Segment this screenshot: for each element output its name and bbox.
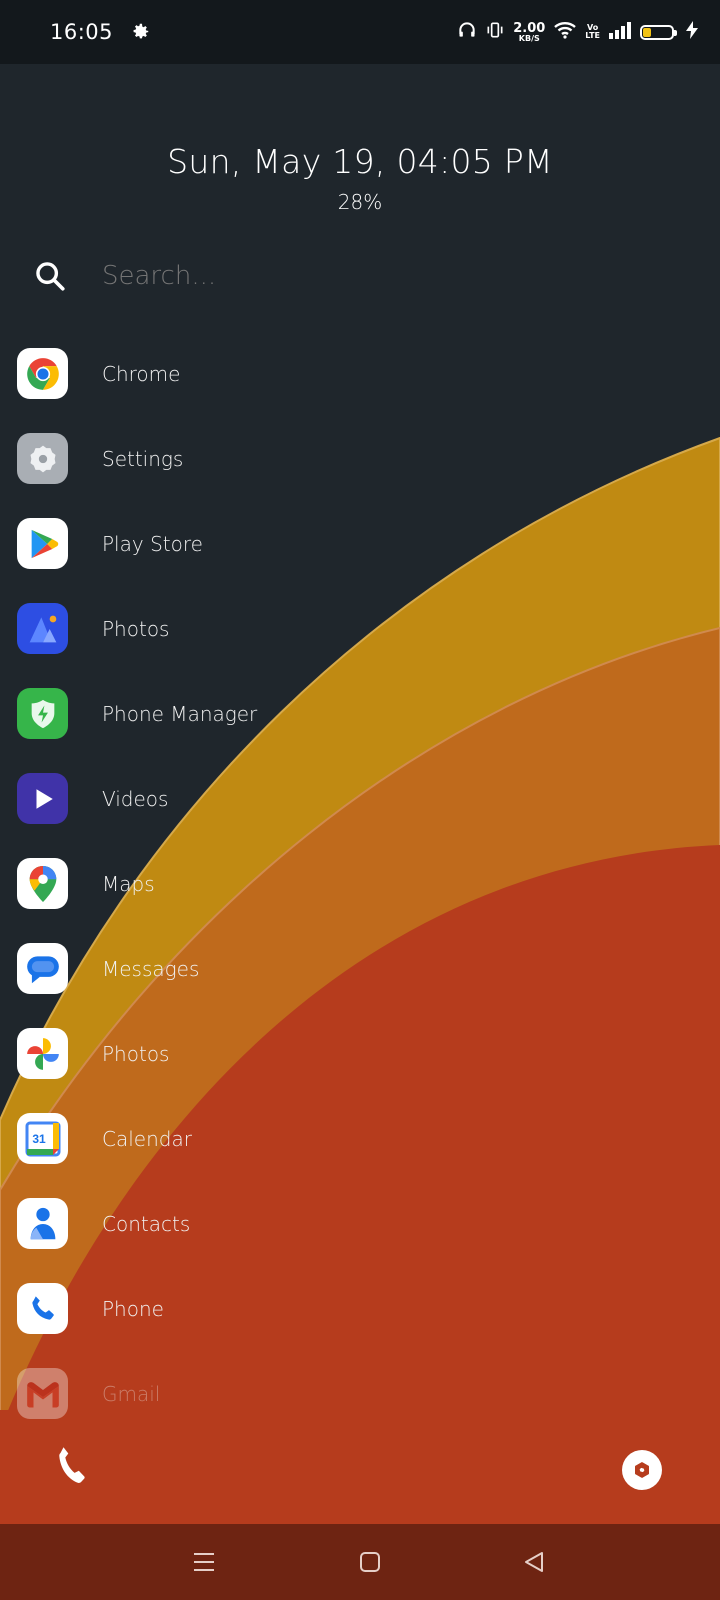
- contacts-icon: [17, 1198, 68, 1249]
- calendar-icon: 31: [17, 1113, 68, 1164]
- volte-bottom: LTE: [585, 31, 600, 40]
- phone-manager-icon: [17, 688, 68, 739]
- google-photos-icon: [17, 1028, 68, 1079]
- charging-icon: [686, 21, 698, 43]
- app-label: Settings: [102, 446, 184, 471]
- app-label: Phone: [102, 1296, 164, 1321]
- gmail-icon: [17, 1368, 68, 1419]
- app-item-photos-gallery[interactable]: Photos: [0, 586, 720, 671]
- app-label: Phone Manager: [102, 701, 258, 726]
- settings-icon: [17, 433, 68, 484]
- headphones-icon: [457, 20, 477, 44]
- app-label: Photos: [102, 616, 170, 641]
- messages-icon: [17, 943, 68, 994]
- settings-gear-icon: [129, 21, 151, 43]
- app-label: Videos: [102, 786, 169, 811]
- battery-fill: [643, 27, 651, 37]
- app-label: Calendar: [102, 1126, 192, 1151]
- signal-icon: [608, 21, 632, 43]
- home-icon[interactable]: [350, 1542, 390, 1582]
- battery-percent: 28%: [337, 190, 383, 214]
- app-label: Gmail: [102, 1381, 161, 1406]
- status-time: 16:05: [50, 20, 114, 44]
- app-item-videos[interactable]: Videos: [0, 756, 720, 841]
- menu-icon[interactable]: [184, 1542, 224, 1582]
- app-item-settings[interactable]: Settings: [0, 416, 720, 501]
- search-icon[interactable]: [30, 256, 70, 296]
- app-label: Play Store: [102, 531, 203, 556]
- app-label: Messages: [102, 956, 200, 981]
- app-item-contacts[interactable]: Contacts: [0, 1181, 720, 1266]
- search-bar[interactable]: [30, 244, 690, 308]
- maps-icon: [17, 858, 68, 909]
- phone-icon: [17, 1283, 68, 1334]
- app-item-play-store[interactable]: Play Store: [0, 501, 720, 586]
- navigation-bar: [0, 1524, 720, 1600]
- status-bar: 16:05 2.00 KB/S Vo LTE: [0, 0, 720, 64]
- play-store-icon: [17, 518, 68, 569]
- calendar-badge: 31: [32, 1132, 46, 1146]
- dock-phone-icon[interactable]: [56, 1444, 92, 1492]
- date-time-display: Sun, May 19, 04:05 PM: [167, 142, 553, 181]
- app-item-messages[interactable]: Messages: [0, 926, 720, 1011]
- app-item-maps[interactable]: Maps: [0, 841, 720, 926]
- photos-gallery-icon: [17, 603, 68, 654]
- wifi-icon: [553, 20, 577, 44]
- app-list: Chrome Settings Play Store Photos Phone …: [0, 331, 720, 1436]
- back-icon[interactable]: [514, 1542, 554, 1582]
- network-speed: 2.00 KB/S: [513, 22, 545, 43]
- search-input[interactable]: [100, 260, 417, 292]
- app-label: Contacts: [102, 1211, 191, 1236]
- app-label: Maps: [102, 871, 155, 896]
- camera-aperture-icon[interactable]: [620, 1448, 664, 1496]
- volte-indicator: Vo LTE: [585, 24, 600, 40]
- app-item-gmail[interactable]: Gmail: [0, 1351, 720, 1436]
- app-item-chrome[interactable]: Chrome: [0, 331, 720, 416]
- battery-icon: [640, 24, 677, 40]
- vibrate-icon: [485, 20, 505, 44]
- app-item-phone-manager[interactable]: Phone Manager: [0, 671, 720, 756]
- network-speed-unit: KB/S: [518, 33, 540, 43]
- chrome-icon: [17, 348, 68, 399]
- app-item-calendar[interactable]: 31 Calendar: [0, 1096, 720, 1181]
- app-item-phone[interactable]: Phone: [0, 1266, 720, 1351]
- app-label: Chrome: [102, 361, 181, 386]
- app-item-google-photos[interactable]: Photos: [0, 1011, 720, 1096]
- network-speed-value: 2.00: [513, 20, 546, 36]
- app-label: Photos: [102, 1041, 170, 1066]
- videos-icon: [17, 773, 68, 824]
